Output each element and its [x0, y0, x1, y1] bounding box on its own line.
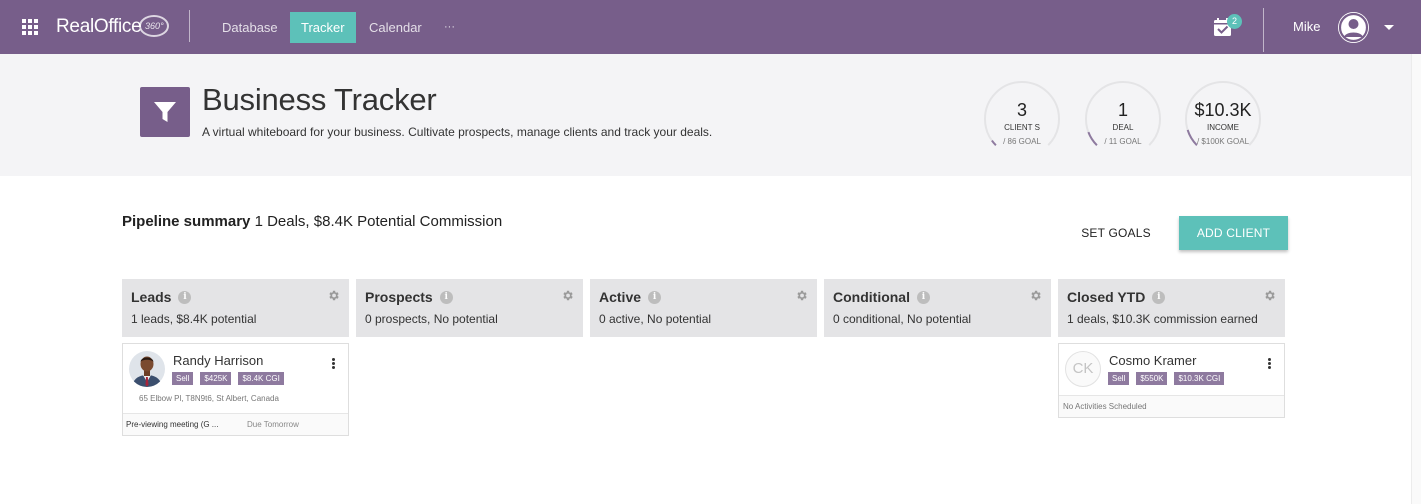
top-navbar: RealOffice 360° Database Tracker Calenda…	[0, 0, 1421, 54]
page-title: Business Tracker	[202, 82, 437, 117]
brand-logo[interactable]: RealOffice 360°	[56, 14, 170, 40]
page-subtitle: A virtual whiteboard for your business. …	[202, 125, 713, 139]
gauge-clients[interactable]: 3 CLIENT S / 86 GOAL	[983, 80, 1061, 158]
gauge-deals[interactable]: 1 DEAL / 11 GOAL	[1084, 80, 1162, 158]
client-avatar	[129, 351, 165, 387]
client-card-randy-harrison[interactable]: Randy Harrison Sell $425K $8.4K CGI 65 E…	[122, 343, 349, 436]
column-active-title: Active	[599, 289, 642, 305]
gauge-deals-goal: / 11 GOAL	[1104, 137, 1142, 146]
tag-cgi: $8.4K CGI	[238, 372, 284, 385]
gauge-clients-label: CLIENT S	[1004, 123, 1040, 132]
activity-due: Due Tomorrow	[247, 420, 299, 429]
gauge-income-label: INCOME	[1207, 123, 1239, 132]
column-active: Active i 0 active, No potential	[590, 279, 817, 337]
info-icon[interactable]: i	[178, 290, 192, 304]
info-icon[interactable]: i	[648, 290, 662, 304]
user-menu-caret-icon[interactable]	[1384, 25, 1394, 30]
column-leads-summary: 1 leads, $8.4K potential	[131, 312, 257, 326]
notification-badge: 2	[1227, 14, 1242, 29]
pipeline-summary-text: 1 Deals, $8.4K Potential Commission	[254, 213, 503, 230]
column-conditional: Conditional i 0 conditional, No potential	[824, 279, 1051, 337]
apps-grid-icon[interactable]	[22, 19, 38, 35]
tag-type: Sell	[172, 372, 194, 385]
column-prospects-title: Prospects	[365, 289, 433, 305]
client-activity[interactable]: No Activities Scheduled	[1059, 395, 1284, 417]
client-name: Cosmo Kramer	[1109, 353, 1197, 368]
info-icon[interactable]: i	[917, 290, 930, 304]
nav-more[interactable]: ···	[433, 12, 466, 43]
activity-text: No Activities Scheduled	[1063, 402, 1147, 411]
client-initials-avatar: CK	[1065, 351, 1101, 387]
set-goals-button[interactable]: SET GOALS	[1070, 217, 1162, 249]
nav-calendar[interactable]: Calendar	[358, 12, 433, 43]
column-leads: Leads i 1 leads, $8.4K potential	[122, 279, 349, 337]
client-name: Randy Harrison	[173, 353, 264, 368]
gear-icon[interactable]	[1263, 289, 1276, 302]
more-options-icon[interactable]	[1268, 358, 1271, 369]
column-prospects-summary: 0 prospects, No potential	[365, 312, 498, 326]
nav-database[interactable]: Database	[211, 12, 289, 43]
brand-name: RealOffice	[56, 16, 142, 37]
more-options-icon[interactable]	[332, 358, 335, 369]
gauge-income[interactable]: $10.3K INCOME / $100K GOAL	[1184, 80, 1262, 158]
user-avatar[interactable]	[1338, 12, 1369, 43]
info-icon[interactable]: i	[1152, 290, 1166, 304]
client-address: 65 Elbow Pl, T8N9t6, St Albert, Canada	[139, 394, 279, 403]
client-activity[interactable]: Pre-viewing meeting (G ... Due Tomorrow	[123, 413, 348, 435]
user-name[interactable]: Mike	[1293, 19, 1320, 34]
gauge-deals-label: DEAL	[1112, 123, 1134, 132]
tag-price: $550K	[1136, 372, 1168, 385]
gauge-clients-goal: / 86 GOAL	[1003, 137, 1041, 146]
gear-icon[interactable]	[327, 289, 340, 302]
column-leads-title: Leads	[131, 289, 172, 305]
user-avatar-icon	[1338, 12, 1369, 43]
column-closed-ytd: Closed YTD i 1 deals, $10.3K commission e…	[1058, 279, 1285, 337]
info-icon[interactable]: i	[439, 290, 453, 304]
column-closed-ytd-title: Closed YTD	[1067, 289, 1146, 305]
tag-type: Sell	[1108, 372, 1130, 385]
nav-tracker[interactable]: Tracker	[290, 12, 356, 43]
brand-suffix: 360°	[139, 15, 170, 37]
user-divider	[1263, 8, 1264, 52]
column-conditional-summary: 0 conditional, No potential	[833, 312, 972, 326]
pipeline-summary: Pipeline summary 1 Deals, $8.4K Potentia…	[122, 213, 502, 230]
column-prospects: Prospects i 0 prospects, No potential	[356, 279, 583, 337]
gauge-deals-value: 1	[1117, 100, 1128, 120]
column-active-summary: 0 active, No potential	[599, 312, 712, 326]
scrollbar[interactable]	[1411, 54, 1421, 504]
gear-icon[interactable]	[795, 289, 808, 302]
gear-icon[interactable]	[1029, 289, 1042, 302]
client-card-cosmo-kramer[interactable]: CK Cosmo Kramer Sell $550K $10.3K CGI No…	[1058, 343, 1285, 418]
tag-cgi: $10.3K CGI	[1174, 372, 1225, 385]
pipeline-title: Pipeline summary	[122, 213, 251, 230]
client-tags: Sell $550K $10.3K CGI	[1108, 372, 1231, 385]
gauge-clients-value: 3	[1016, 100, 1027, 120]
tag-price: $425K	[200, 372, 232, 385]
nav-divider	[189, 10, 190, 42]
gear-icon[interactable]	[561, 289, 574, 302]
funnel-icon	[140, 87, 190, 137]
column-conditional-title: Conditional	[833, 289, 910, 305]
add-client-button[interactable]: ADD CLIENT	[1179, 216, 1288, 250]
activity-text: Pre-viewing meeting (G ...	[126, 420, 219, 429]
client-tags: Sell $425K $8.4K CGI	[172, 372, 291, 385]
column-closed-ytd-summary: 1 deals, $10.3K commission earned	[1067, 312, 1258, 326]
tracker-header: Business Tracker A virtual whiteboard fo…	[0, 54, 1411, 176]
gauge-income-goal: / $100K GOAL	[1196, 137, 1250, 146]
gauge-income-value: $10.3K	[1194, 100, 1252, 120]
